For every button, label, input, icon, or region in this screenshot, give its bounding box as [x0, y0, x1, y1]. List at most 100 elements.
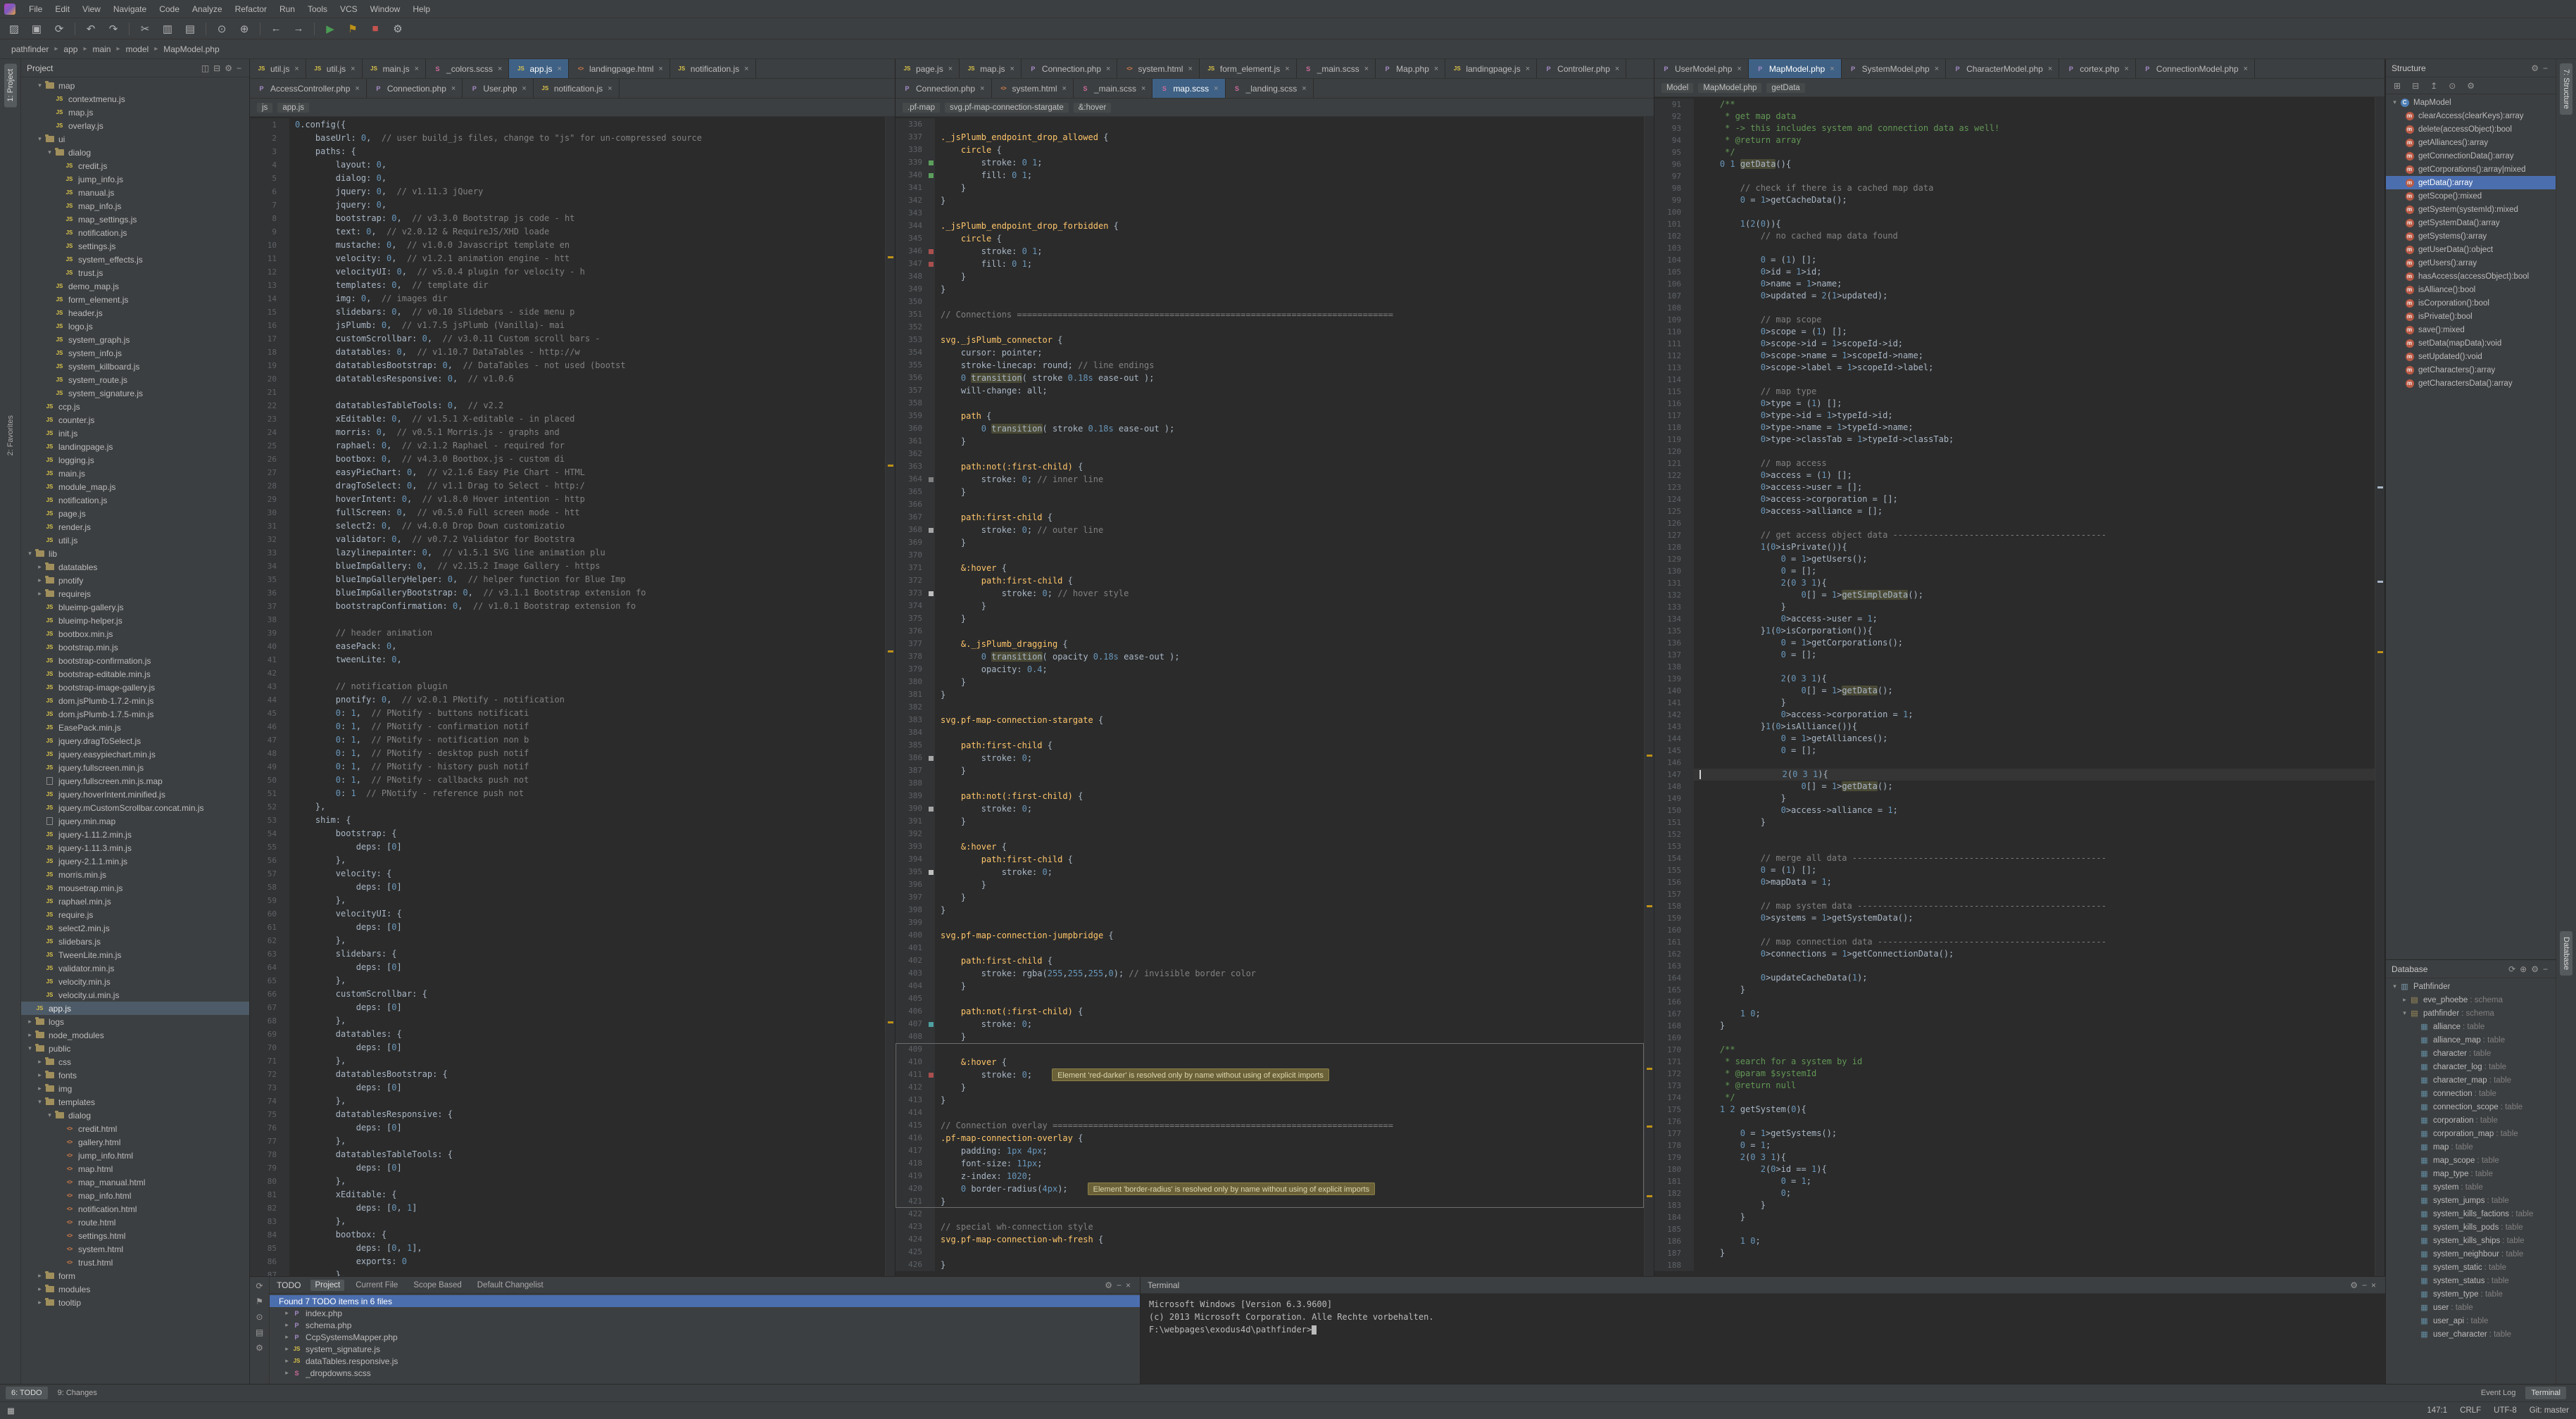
tree-item[interactable]: JSmorris.min.js — [21, 868, 249, 881]
tree-item[interactable]: JSdom.jsPlumb-1.7.2-min.js — [21, 694, 249, 707]
tree-item[interactable]: <>map_info.html — [21, 1189, 249, 1202]
caret-position-indicator[interactable]: 147:1 — [2427, 1406, 2447, 1415]
database-item[interactable]: ▦system_jumps: table — [2386, 1194, 2556, 1207]
tree-item[interactable]: JSapp.js — [21, 1002, 249, 1015]
structure-item[interactable]: mhasAccess(accessObject):bool — [2386, 270, 2556, 283]
close-icon[interactable]: × — [294, 65, 299, 73]
project-header-icon-3[interactable]: − — [234, 63, 244, 73]
tree-item[interactable]: JSbootbox.min.js — [21, 627, 249, 641]
close-icon[interactable]: × — [608, 84, 612, 93]
editor-tab-landing-scss[interactable]: S_landing.scss× — [1226, 79, 1314, 98]
close-icon[interactable]: × — [658, 65, 662, 73]
tree-item[interactable]: ▸fonts — [21, 1068, 249, 1082]
structure-toolbar-icon-0[interactable]: ⊞ — [2392, 81, 2403, 91]
structure-toolbar-icon-1[interactable]: ⊟ — [2410, 81, 2421, 91]
tool-button-terminal[interactable]: Terminal — [2525, 1387, 2566, 1399]
todo-header-icon-2[interactable]: × — [1124, 1280, 1133, 1290]
todo-tab-default-changelist[interactable]: Default Changelist — [473, 1280, 548, 1291]
todo-header-icon-1[interactable]: − — [1114, 1280, 1124, 1290]
database-item[interactable]: ▦connection_scope: table — [2386, 1100, 2556, 1114]
todo-side-icon-0[interactable]: ⟳ — [253, 1281, 265, 1291]
close-icon[interactable]: × — [1364, 65, 1369, 73]
editor-tab-main-scss[interactable]: S_main.scss× — [1074, 79, 1152, 98]
tree-item[interactable]: JSraphael.min.js — [21, 895, 249, 908]
structure-item[interactable]: mdelete(accessObject):bool — [2386, 122, 2556, 136]
tree-item[interactable]: JSjquery.hoverIntent.minified.js — [21, 788, 249, 801]
tree-item[interactable]: ▸form — [21, 1269, 249, 1282]
structure-item[interactable]: mclearAccess(clearKeys):array — [2386, 109, 2556, 122]
menu-item-view[interactable]: View — [76, 2, 107, 16]
breadcrumb-chip[interactable]: app.js — [277, 103, 309, 113]
close-icon[interactable]: × — [1302, 84, 1306, 93]
tree-item[interactable]: JSnotification.js — [21, 493, 249, 507]
structure-item[interactable]: mgetCharacters():array — [2386, 363, 2556, 377]
database-header-icon-1[interactable]: ⊕ — [2518, 964, 2529, 974]
tree-item[interactable]: ▸requirejs — [21, 587, 249, 600]
tree-item[interactable]: JSjquery.dragToSelect.js — [21, 734, 249, 748]
tree-item[interactable]: JScredit.js — [21, 159, 249, 172]
tree-item[interactable]: <>route.html — [21, 1216, 249, 1229]
menu-item-analyze[interactable]: Analyze — [186, 2, 229, 16]
code-editor[interactable]: 91 /**92 * get map data93 * -> this incl… — [1654, 97, 2375, 1276]
menu-item-tools[interactable]: Tools — [301, 2, 334, 16]
tree-item[interactable]: <>map.html — [21, 1162, 249, 1175]
todo-file-row[interactable]: ▸Pschema.php — [270, 1319, 1140, 1331]
tree-item[interactable]: JSTweenLite.min.js — [21, 948, 249, 961]
run-icon[interactable]: ▶ — [323, 23, 337, 35]
tree-item[interactable]: ▸node_modules — [21, 1028, 249, 1042]
editor-tab-charactermodel-php[interactable]: PCharacterModel.php× — [1946, 59, 2059, 78]
database-item[interactable]: ▦system_static: table — [2386, 1261, 2556, 1274]
structure-item[interactable]: mgetSystemData():array — [2386, 216, 2556, 229]
database-item[interactable]: ▦system: table — [2386, 1180, 2556, 1194]
database-item[interactable]: ▦corporation: table — [2386, 1114, 2556, 1127]
close-icon[interactable]: × — [558, 65, 562, 73]
close-icon[interactable]: × — [1434, 65, 1438, 73]
tree-item[interactable]: <>notification.html — [21, 1202, 249, 1216]
editor-tab-util-js[interactable]: JSutil.js× — [306, 59, 363, 78]
todo-header-icon-0[interactable]: ⚙ — [1102, 1280, 1114, 1290]
todo-side-icon-3[interactable]: ▤ — [253, 1327, 265, 1337]
tree-item[interactable]: JSslidebars.js — [21, 935, 249, 948]
code-editor[interactable]: 10.config({2 baseUrl: 0, // user bui… — [250, 117, 885, 1276]
editor-tab-notification-js[interactable]: JSnotification.js× — [534, 79, 620, 98]
breadcrumb-item-model[interactable]: model — [123, 43, 152, 56]
tree-item[interactable]: JSsettings.js — [21, 239, 249, 253]
tree-item[interactable]: <>jump_info.html — [21, 1149, 249, 1162]
todo-file-row[interactable]: ▸PCcpSystemsMapper.php — [270, 1331, 1140, 1343]
editor-tab-util-js[interactable]: JSutil.js× — [250, 59, 306, 78]
structure-toolbar-icon-2[interactable]: ↥ — [2428, 81, 2439, 91]
breadcrumb-chip[interactable]: js — [257, 103, 272, 113]
editor-tab-user-php[interactable]: PUser.php× — [463, 79, 533, 98]
tool-button-2-favorites[interactable]: 2: Favorites — [4, 410, 17, 461]
tree-item[interactable]: <>gallery.html — [21, 1135, 249, 1149]
close-icon[interactable]: × — [522, 84, 526, 93]
close-icon[interactable]: × — [948, 65, 953, 73]
todo-file-row[interactable]: ▸JSsystem_signature.js — [270, 1343, 1140, 1355]
tree-item[interactable]: JSjquery.mCustomScrollbar.concat.min.js — [21, 801, 249, 814]
tree-item[interactable]: ▸pnotify — [21, 574, 249, 587]
tree-item[interactable]: JSlandingpage.js — [21, 440, 249, 453]
menu-item-help[interactable]: Help — [406, 2, 436, 16]
tree-item[interactable]: JSjquery.easypiechart.min.js — [21, 748, 249, 761]
todo-file-row[interactable]: ▸JSdataTables.responsive.js — [270, 1355, 1140, 1367]
tree-item[interactable]: ▾dialog — [21, 146, 249, 159]
database-item[interactable]: ▦user: table — [2386, 1301, 2556, 1314]
close-icon[interactable]: × — [415, 65, 419, 73]
close-icon[interactable]: × — [2124, 65, 2128, 73]
editor-tab-controller-php[interactable]: PController.php× — [1537, 59, 1626, 78]
tree-item[interactable]: JSdemo_map.js — [21, 279, 249, 293]
menu-item-file[interactable]: File — [23, 2, 49, 16]
editor-tab-colors-scss[interactable]: S_colors.scss× — [426, 59, 509, 78]
tree-item[interactable]: JSoverlay.js — [21, 119, 249, 132]
line-separator-indicator[interactable]: CRLF — [2460, 1406, 2481, 1415]
editor-tab-accesscontroller-php[interactable]: PAccessController.php× — [250, 79, 367, 98]
tree-item[interactable]: <>credit.html — [21, 1122, 249, 1135]
tree-item[interactable]: JSmap_info.js — [21, 199, 249, 213]
breadcrumb-item-app[interactable]: app — [61, 43, 80, 56]
tree-item[interactable]: JStrust.js — [21, 266, 249, 279]
tree-item[interactable]: ▸css — [21, 1055, 249, 1068]
tree-item[interactable]: JSheader.js — [21, 306, 249, 320]
database-item[interactable]: ▦system_kills_pods: table — [2386, 1221, 2556, 1234]
save-all-icon[interactable]: ▣ — [30, 23, 44, 35]
cut-icon[interactable]: ✂ — [138, 23, 152, 35]
